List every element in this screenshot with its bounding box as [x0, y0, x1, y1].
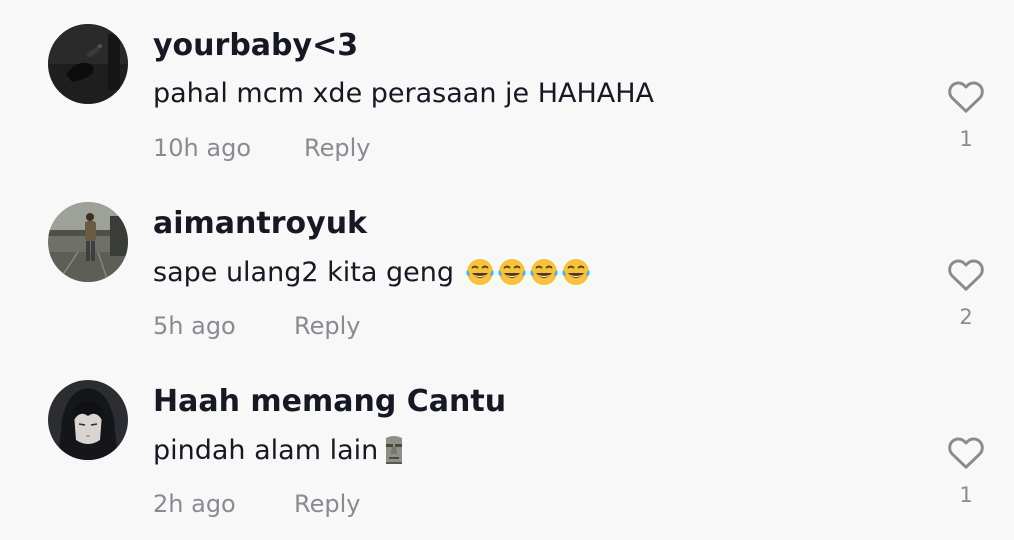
avatar-image [48, 380, 128, 460]
like-count: 1 [959, 127, 973, 151]
avatar[interactable] [48, 202, 128, 282]
comment-username[interactable]: aimantroyuk [153, 206, 367, 241]
comment-timestamp: 2h ago [153, 490, 236, 518]
comment-text: pahal mcm xde perasaan je HAHAHA [153, 78, 654, 109]
like-button[interactable] [944, 252, 988, 296]
reply-button[interactable]: Reply [294, 490, 360, 518]
laughing-tears-emoji: 😂😂😂😂 [464, 256, 594, 288]
comment-list: yourbaby<3 pahal mcm xde perasaan je HAH… [0, 0, 1014, 540]
comment-username[interactable]: Haah memang Cantu [153, 384, 506, 419]
avatar-image [48, 24, 128, 104]
reply-button[interactable]: Reply [294, 312, 360, 340]
comment-text: sape ulang2 kita geng [153, 256, 594, 288]
comment-username[interactable]: yourbaby<3 [153, 28, 358, 63]
heart-outline-icon [948, 259, 984, 291]
avatar[interactable] [48, 24, 128, 104]
comment-timestamp: 10h ago [153, 134, 252, 162]
comment-item: Haah memang Cantu pindah alam lain 🗿 2h … [0, 356, 1014, 534]
like-button[interactable] [944, 430, 988, 474]
comment-text: pindah alam lain 🗿 [153, 434, 408, 466]
comment-text-content: sape ulang2 kita geng [153, 256, 454, 288]
like-count: 2 [959, 305, 973, 329]
comment-item: yourbaby<3 pahal mcm xde perasaan je HAH… [0, 0, 1014, 178]
avatar-image [48, 202, 128, 282]
heart-outline-icon [948, 81, 984, 113]
moai-emoji: 🗿 [380, 434, 408, 466]
reply-button[interactable]: Reply [304, 134, 370, 162]
comment-item: aimantroyuk sape ulang2 kita geng 5h ago… [0, 178, 1014, 356]
comment-text-content: pindah alam lain [153, 434, 379, 466]
comment-timestamp: 5h ago [153, 312, 236, 340]
like-count: 1 [959, 483, 973, 507]
heart-outline-icon [948, 437, 984, 469]
like-button[interactable] [944, 74, 988, 118]
laughing-tears-icon [466, 258, 591, 286]
moai-icon [386, 436, 403, 464]
avatar[interactable] [48, 380, 128, 460]
comment-text-content: pahal mcm xde perasaan je HAHAHA [153, 78, 655, 109]
